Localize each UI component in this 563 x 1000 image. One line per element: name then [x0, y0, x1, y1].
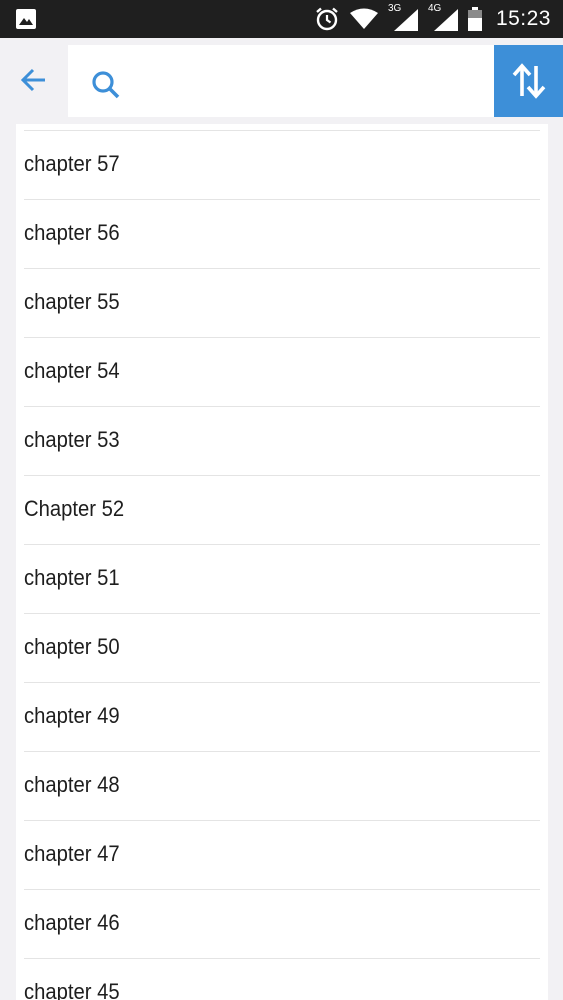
search-header	[0, 38, 563, 124]
list-item[interactable]: chapter 50	[24, 614, 540, 683]
status-icons: 3G 4G 15:23	[314, 0, 551, 38]
wifi-icon	[349, 0, 378, 38]
list-item[interactable]: chapter 56	[24, 200, 540, 269]
sort-arrows-icon	[512, 63, 545, 99]
image-icon	[14, 7, 38, 31]
search-input[interactable]	[134, 59, 488, 105]
chapter-title: chapter 51	[24, 565, 120, 590]
list-item[interactable]: chapter 51	[24, 545, 540, 614]
search-box	[68, 45, 494, 117]
chapter-title: Chapter 52	[24, 496, 125, 521]
list-item[interactable]: chapter 46	[24, 890, 540, 959]
battery-icon	[467, 0, 482, 38]
chapter-title: chapter 46	[24, 910, 120, 935]
list-item[interactable]: chapter 47	[24, 821, 540, 890]
chapter-title: chapter 45	[24, 979, 120, 1000]
chapter-title: chapter 49	[24, 703, 120, 728]
list-item[interactable]: chapter 57	[24, 131, 540, 200]
signal-icon	[393, 9, 418, 31]
list-item[interactable]: Chapter 52	[24, 476, 540, 545]
back-button[interactable]	[14, 60, 54, 100]
chapter-title: chapter 55	[24, 289, 120, 314]
signal-icon	[433, 9, 458, 31]
list-item[interactable]: chapter 53	[24, 407, 540, 476]
arrow-left-icon	[20, 68, 45, 92]
chapter-title: chapter 54	[24, 358, 120, 383]
chapter-title: chapter 50	[24, 634, 120, 659]
chapter-title: chapter 56	[24, 220, 120, 245]
list-item[interactable]: chapter 55	[24, 269, 540, 338]
alarm-icon	[314, 0, 340, 38]
chapter-title: chapter 53	[24, 427, 120, 452]
signal-3g: 3G	[388, 0, 418, 38]
signal-4g: 4G	[428, 0, 458, 38]
chapter-title: chapter 47	[24, 841, 120, 866]
list-item[interactable]: chapter 54	[24, 338, 540, 407]
status-bar: 3G 4G 15:23	[0, 0, 563, 38]
list-item[interactable]: chapter 49	[24, 683, 540, 752]
list-item[interactable]: chapter 48	[24, 752, 540, 821]
sort-button[interactable]	[494, 45, 563, 117]
chapter-list-card: chapter 57 chapter 56 chapter 55 chapter 54…	[16, 124, 548, 1000]
chapter-title: chapter 48	[24, 772, 120, 797]
chapter-title: chapter 57	[24, 151, 120, 176]
list-item[interactable]: chapter 45	[24, 959, 540, 1000]
clock-time: 15:23	[495, 7, 551, 30]
search-icon	[92, 71, 120, 99]
